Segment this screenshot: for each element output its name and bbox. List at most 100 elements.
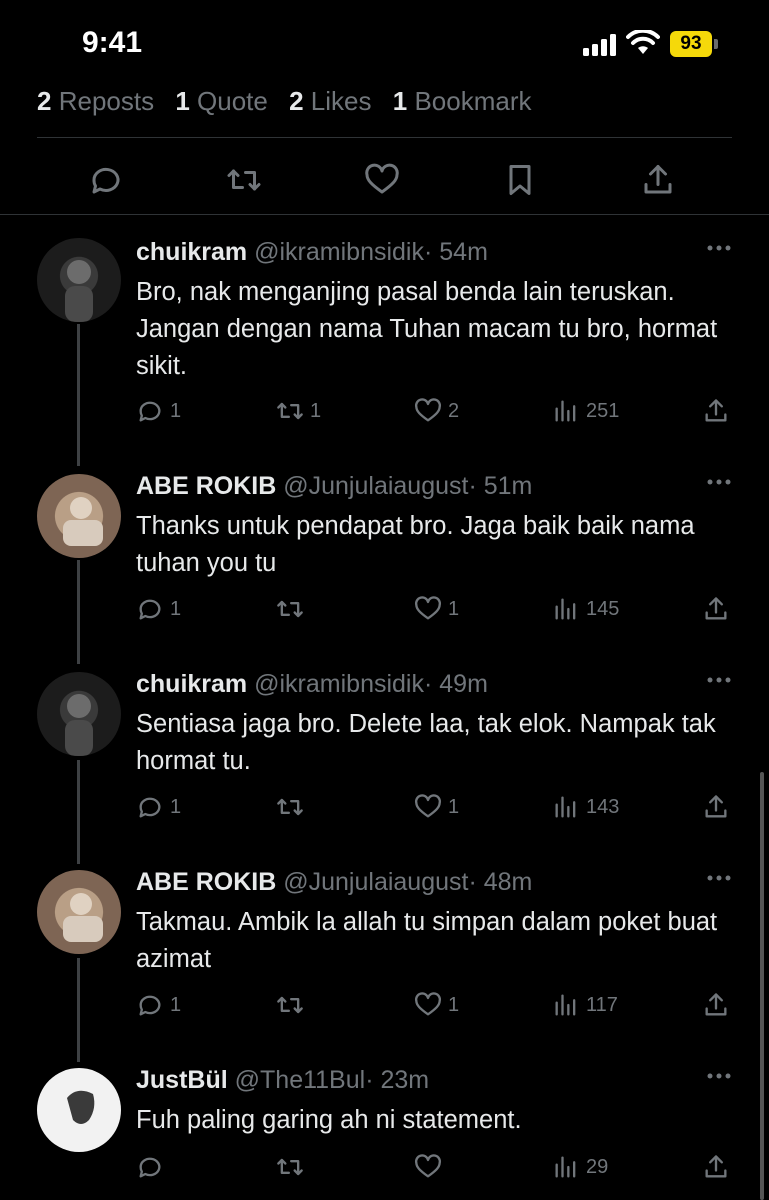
like-count-button[interactable]: 1: [414, 990, 459, 1020]
divider: [0, 214, 769, 215]
scrollbar[interactable]: [760, 772, 764, 1200]
repost-icon[interactable]: [226, 162, 262, 198]
like-count: 1: [448, 597, 460, 620]
reply-metrics: 1 1 145: [0, 594, 769, 624]
reply-count-button[interactable]: 1: [136, 396, 181, 426]
like-count: 1: [448, 993, 460, 1016]
share-icon: [705, 597, 727, 620]
like-count-button[interactable]: 2: [414, 396, 459, 426]
likes-count: 2: [289, 86, 304, 116]
likes-stat[interactable]: 2 Likes: [289, 86, 371, 116]
share-icon: [705, 1155, 727, 1178]
views-button[interactable]: 251: [552, 396, 619, 426]
reply-header: chuikram @ikramibnsidik· 54m: [136, 238, 488, 267]
reply-text: Bro, nak menganjing pasal benda lain ter…: [136, 278, 718, 380]
reply-header: JustBül @The11Bul· 23m: [136, 1066, 429, 1095]
share-icon[interactable]: [640, 162, 676, 198]
reply-count-button[interactable]: 1: [136, 594, 181, 624]
user-handle[interactable]: @ikramibnsidik: [254, 238, 424, 266]
reply-text: Sentiasa jaga bro. Delete laa, tak elok.…: [136, 710, 716, 775]
share-button[interactable]: [702, 990, 736, 1020]
post-time: · 48m: [468, 868, 533, 896]
reply-header: ABE ROKIB @Junjulaiaugust· 48m: [136, 868, 532, 897]
user-handle[interactable]: @The11Bul: [235, 1066, 366, 1094]
repost-icon: [277, 1158, 303, 1176]
reply-icon: [139, 401, 161, 422]
repost-icon: [277, 996, 303, 1014]
views-icon: [555, 400, 576, 422]
heart-icon: [415, 596, 441, 620]
reply-count-button[interactable]: [136, 1152, 170, 1182]
share-button[interactable]: [702, 594, 736, 624]
more-icon[interactable]: [706, 676, 732, 684]
user-handle[interactable]: @Junjulaiaugust: [283, 472, 468, 500]
display-name[interactable]: ABE ROKIB: [136, 868, 276, 896]
display-name[interactable]: JustBül: [136, 1066, 228, 1094]
avatar[interactable]: [37, 238, 121, 322]
post-stats: 2 Reposts 1 Quote 2 Likes 1 Bookmark: [37, 86, 531, 117]
views-button[interactable]: 145: [552, 594, 619, 624]
bookmark-icon[interactable]: [502, 162, 538, 198]
repost-count: 1: [310, 399, 322, 422]
share-icon: [705, 993, 727, 1016]
post-time: · 51m: [468, 472, 533, 500]
views-icon: [555, 598, 576, 620]
post-time: · 54m: [424, 238, 488, 266]
heart-icon[interactable]: [364, 162, 400, 198]
reply-count-button[interactable]: 1: [136, 990, 181, 1020]
repost-count-button[interactable]: 1: [276, 396, 321, 426]
like-count: 1: [448, 795, 460, 818]
repost-count-button[interactable]: [276, 594, 310, 624]
quotes-count: 1: [175, 86, 190, 116]
reply-count: 1: [170, 993, 182, 1016]
share-button[interactable]: [702, 1152, 736, 1182]
reply-metrics: 1 1 2 251: [0, 396, 769, 426]
quotes-stat[interactable]: 1 Quote: [175, 86, 268, 116]
like-count: 2: [448, 399, 460, 422]
share-button[interactable]: [702, 396, 736, 426]
like-count-button[interactable]: 1: [414, 594, 459, 624]
bookmarks-stat[interactable]: 1 Bookmark: [393, 86, 532, 116]
reply-count: 1: [170, 795, 182, 818]
avatar[interactable]: [37, 1068, 121, 1152]
battery-indicator: 93: [670, 31, 712, 57]
share-button[interactable]: [702, 792, 736, 822]
quotes-label: Quote: [197, 86, 268, 116]
views-button[interactable]: 29: [552, 1152, 608, 1182]
views-button[interactable]: 117: [552, 990, 618, 1020]
display-name[interactable]: chuikram: [136, 670, 247, 698]
post-time: · 23m: [365, 1066, 430, 1094]
views-button[interactable]: 143: [552, 792, 619, 822]
reply-header: ABE ROKIB @Junjulaiaugust· 51m: [136, 472, 532, 501]
bookmarks-label: Bookmark: [414, 86, 532, 116]
user-handle[interactable]: @ikramibnsidik: [254, 670, 424, 698]
more-icon[interactable]: [706, 244, 732, 252]
repost-count-button[interactable]: [276, 1152, 310, 1182]
post-time: · 49m: [424, 670, 488, 698]
avatar[interactable]: [37, 672, 121, 756]
views-icon: [555, 994, 576, 1016]
avatar[interactable]: [37, 474, 121, 558]
like-count-button[interactable]: [414, 1152, 448, 1182]
avatar[interactable]: [37, 870, 121, 954]
reply-icon[interactable]: [88, 162, 124, 198]
display-name[interactable]: chuikram: [136, 238, 247, 266]
more-icon[interactable]: [706, 478, 732, 486]
reposts-stat[interactable]: 2 Reposts: [37, 86, 154, 116]
share-icon: [705, 399, 727, 422]
like-count-button[interactable]: 1: [414, 792, 459, 822]
user-handle[interactable]: @Junjulaiaugust: [283, 868, 468, 896]
reply-count-button[interactable]: 1: [136, 792, 181, 822]
reply-text: Fuh paling garing ah ni statement.: [136, 1106, 522, 1134]
reply-icon: [139, 599, 161, 620]
display-name[interactable]: ABE ROKIB: [136, 472, 276, 500]
more-icon[interactable]: [706, 1072, 732, 1080]
reply-icon: [139, 995, 161, 1016]
status-bar: 9:41 93: [0, 0, 769, 80]
repost-count-button[interactable]: [276, 990, 310, 1020]
wifi-icon: [626, 30, 660, 54]
more-icon[interactable]: [706, 874, 732, 882]
reply-text: Takmau. Ambik la allah tu simpan dalam p…: [136, 908, 718, 973]
repost-count-button[interactable]: [276, 792, 310, 822]
repost-icon: [277, 402, 303, 420]
